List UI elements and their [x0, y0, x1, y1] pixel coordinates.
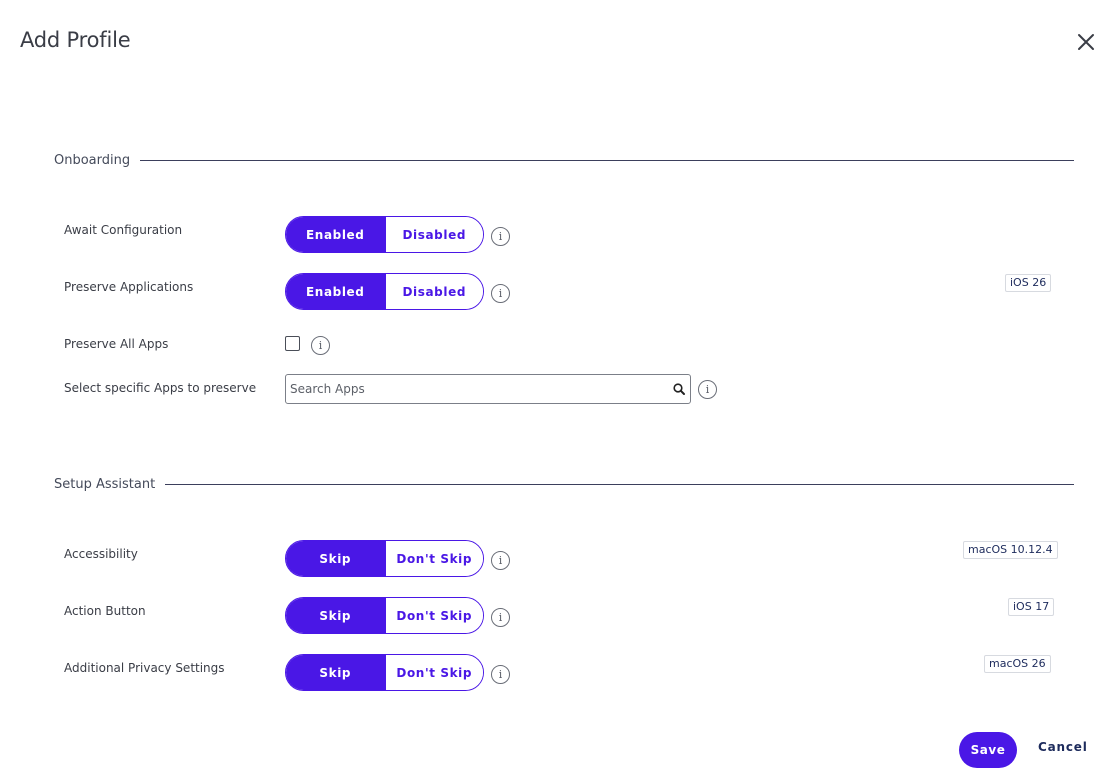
accessibility-skip-option[interactable]: Skip — [286, 541, 385, 576]
onboarding-section-header: Onboarding — [54, 150, 1074, 170]
await-configuration-toggle: Enabled Disabled — [285, 216, 484, 253]
info-icon[interactable]: i — [491, 608, 510, 627]
await-configuration-label: Await Configuration — [64, 223, 183, 237]
info-icon[interactable]: i — [491, 665, 510, 684]
search-apps-input[interactable] — [286, 375, 668, 403]
additional-privacy-settings-toggle: Skip Don't Skip — [285, 654, 484, 691]
preserve-applications-enabled-option[interactable]: Enabled — [286, 274, 385, 309]
section-title-onboarding: Onboarding — [54, 152, 131, 168]
cancel-button[interactable]: Cancel — [1038, 740, 1088, 760]
action-button-skip-option[interactable]: Skip — [286, 598, 385, 633]
section-divider — [165, 483, 1074, 485]
setup-assistant-section-header: Setup Assistant — [54, 474, 1074, 494]
additional-privacy-skip-option[interactable]: Skip — [286, 655, 385, 690]
section-divider — [140, 159, 1074, 161]
search-icon[interactable] — [668, 378, 690, 400]
await-configuration-disabled-option[interactable]: Disabled — [384, 217, 483, 252]
os-version-badge: iOS 17 — [1008, 598, 1055, 616]
preserve-applications-toggle: Enabled Disabled — [285, 273, 484, 310]
preserve-applications-label: Preserve Applications — [64, 280, 194, 294]
info-icon[interactable]: i — [698, 380, 717, 399]
await-configuration-enabled-option[interactable]: Enabled — [286, 217, 385, 252]
additional-privacy-settings-label: Additional Privacy Settings — [64, 661, 225, 675]
os-version-badge: macOS 10.12.4 — [963, 541, 1058, 559]
action-button-dont-skip-option[interactable]: Don't Skip — [384, 598, 483, 633]
select-apps-label: Select specific Apps to preserve — [64, 381, 257, 395]
save-button[interactable]: Save — [959, 732, 1017, 768]
close-icon[interactable] — [1074, 30, 1098, 54]
search-apps-field — [285, 374, 691, 404]
accessibility-label: Accessibility — [64, 547, 138, 561]
info-icon[interactable]: i — [311, 336, 330, 355]
os-version-badge: macOS 26 — [984, 655, 1051, 673]
add-profile-dialog: Add Profile Onboarding Await Configurati… — [0, 0, 1111, 778]
accessibility-dont-skip-option[interactable]: Don't Skip — [384, 541, 483, 576]
section-title-setup-assistant: Setup Assistant — [54, 476, 156, 492]
info-icon[interactable]: i — [491, 227, 510, 246]
info-icon[interactable]: i — [491, 551, 510, 570]
action-button-toggle: Skip Don't Skip — [285, 597, 484, 634]
action-button-label: Action Button — [64, 604, 146, 618]
additional-privacy-dont-skip-option[interactable]: Don't Skip — [384, 655, 483, 690]
preserve-applications-disabled-option[interactable]: Disabled — [384, 274, 483, 309]
preserve-all-apps-checkbox[interactable] — [285, 336, 300, 351]
os-version-badge: iOS 26 — [1005, 274, 1052, 292]
accessibility-toggle: Skip Don't Skip — [285, 540, 484, 577]
preserve-all-apps-label: Preserve All Apps — [64, 337, 169, 351]
info-icon[interactable]: i — [491, 284, 510, 303]
dialog-title: Add Profile — [20, 28, 131, 52]
